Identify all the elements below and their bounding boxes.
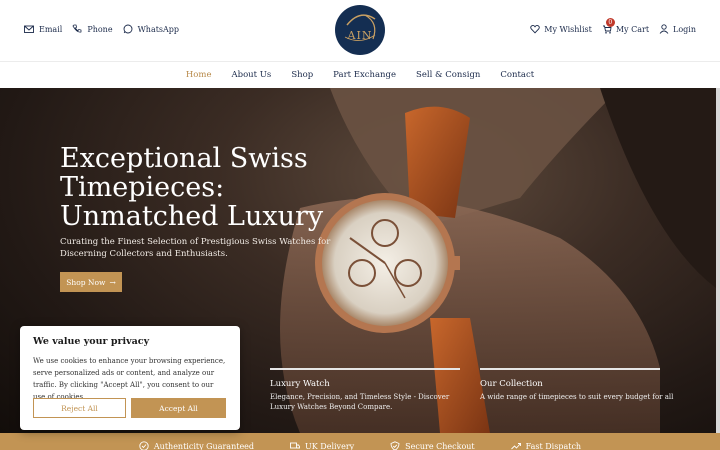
wishlist-link[interactable]: My Wishlist <box>530 24 592 34</box>
benefit-label: Authenticity Guaranteed <box>153 441 255 450</box>
cookie-consent-dialog: We value your privacy We use cookies to … <box>20 326 240 430</box>
heart-icon <box>530 25 540 34</box>
contact-links: Email Phone WhatsApp <box>24 24 179 34</box>
benefit-authenticity: Authenticity Guaranteed <box>139 441 254 450</box>
nav-sell-consign[interactable]: Sell & Consign <box>416 70 480 80</box>
phone-icon <box>72 24 82 33</box>
login-link[interactable]: Login <box>659 24 696 34</box>
feature-divider <box>480 368 660 370</box>
benefit-fast-dispatch: Fast Dispatch <box>510 441 582 450</box>
main-nav: Home About Us Shop Part Exchange Sell & … <box>0 62 720 88</box>
benefit-label: UK Delivery <box>305 441 355 450</box>
shop-now-button[interactable]: Shop Now → <box>60 272 122 292</box>
feature-desc-our-collection: A wide range of timepieces to suit every… <box>480 393 674 401</box>
site-logo[interactable]: AIN <box>335 5 385 55</box>
feature-title-luxury-watch: Luxury Watch <box>270 379 330 389</box>
user-icon <box>659 24 669 34</box>
whatsapp-link[interactable]: WhatsApp <box>123 24 179 34</box>
whatsapp-label: WhatsApp <box>137 24 180 34</box>
shield-check-icon <box>390 441 400 450</box>
email-label: Email <box>39 24 63 34</box>
arrow-right-icon: → <box>109 277 116 287</box>
wishlist-label: My Wishlist <box>544 24 592 34</box>
phone-link[interactable]: Phone <box>72 24 113 34</box>
nav-shop[interactable]: Shop <box>291 70 313 80</box>
phone-label: Phone <box>87 24 113 34</box>
cookie-buttons: Reject All Accept All <box>33 398 226 418</box>
nav-about-us[interactable]: About Us <box>231 70 271 80</box>
page-scrollbar[interactable] <box>716 88 720 433</box>
benefit-secure-checkout: Secure Checkout <box>390 441 475 450</box>
hero-title: Exceptional Swiss Timepieces: Unmatched … <box>60 143 324 232</box>
truck-icon <box>290 442 300 449</box>
benefit-label: Fast Dispatch <box>525 441 582 450</box>
feature-title-our-collection: Our Collection <box>480 379 543 389</box>
cart-label: My Cart <box>615 24 650 34</box>
reject-all-button[interactable]: Reject All <box>33 398 126 418</box>
trend-arrow-icon <box>510 443 521 450</box>
top-header: Email Phone WhatsApp AIN My Wishlist 0 M… <box>0 0 720 62</box>
email-link[interactable]: Email <box>24 24 62 34</box>
check-circle-icon <box>139 441 149 450</box>
accept-all-button[interactable]: Accept All <box>131 398 226 418</box>
cookie-text: We use cookies to enhance your browsing … <box>33 357 226 401</box>
benefits-bar: Authenticity Guaranteed UK Delivery Secu… <box>0 433 720 450</box>
nav-home[interactable]: Home <box>186 70 212 80</box>
account-links: My Wishlist 0 My Cart Login <box>530 18 696 34</box>
logo-swirl-icon <box>344 14 376 41</box>
cart-link[interactable]: 0 My Cart <box>602 18 650 34</box>
benefit-uk-delivery: UK Delivery <box>290 441 354 450</box>
cart-count-badge: 0 <box>605 18 615 27</box>
shop-now-label: Shop Now <box>66 277 106 287</box>
whatsapp-icon <box>123 24 133 34</box>
cookie-title: We value your privacy <box>33 336 150 347</box>
feature-divider <box>270 368 460 370</box>
nav-part-exchange[interactable]: Part Exchange <box>333 70 396 80</box>
feature-desc-luxury-watch: Elegance, Precision, and Timeless Style … <box>270 393 450 411</box>
benefit-label: Secure Checkout <box>405 441 475 450</box>
hero-subtitle: Curating the Finest Selection of Prestig… <box>60 237 331 259</box>
nav-contact[interactable]: Contact <box>500 70 534 80</box>
login-label: Login <box>673 24 696 34</box>
mail-icon <box>24 25 34 33</box>
